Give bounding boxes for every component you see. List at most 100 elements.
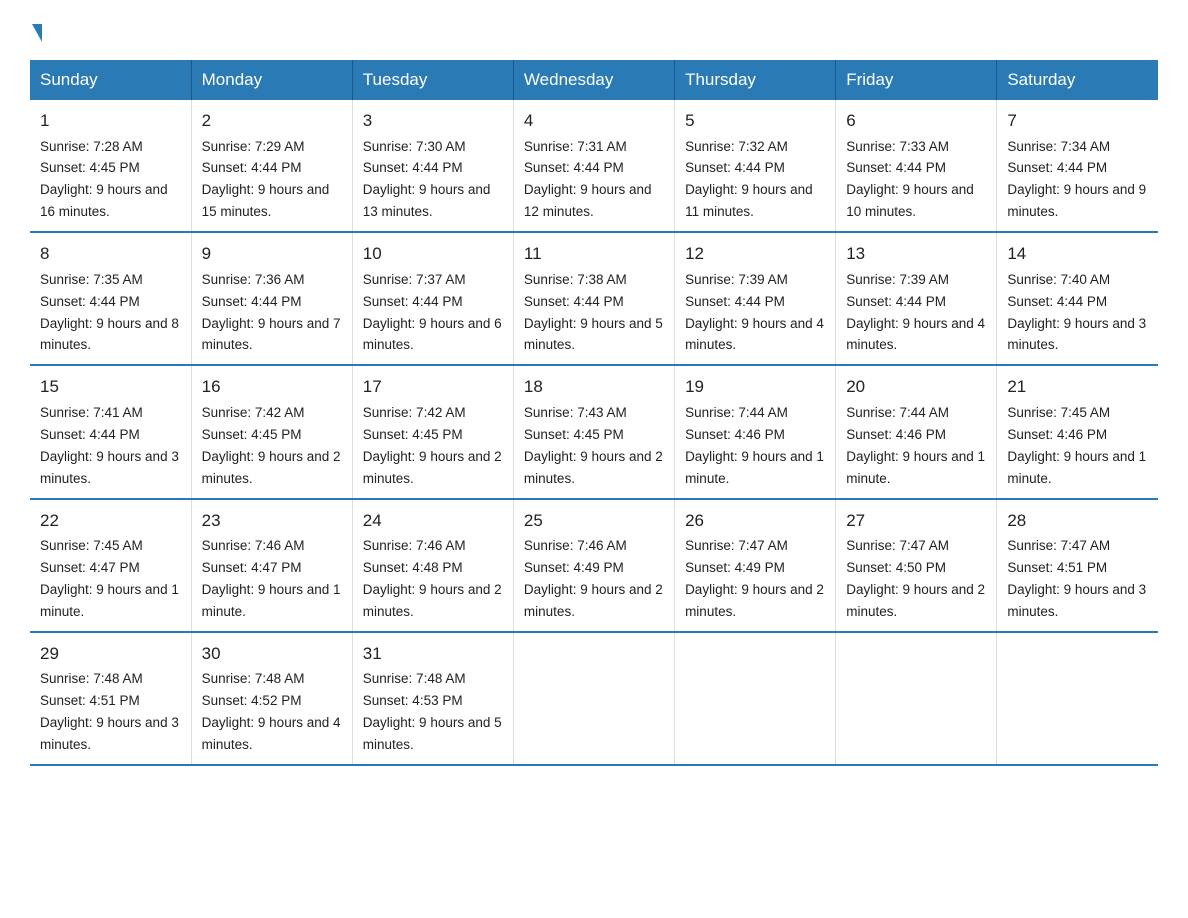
day-info: Sunrise: 7:48 AMSunset: 4:51 PMDaylight:… xyxy=(40,671,179,752)
day-info: Sunrise: 7:45 AMSunset: 4:46 PMDaylight:… xyxy=(1007,405,1146,486)
day-number: 1 xyxy=(40,108,181,134)
day-info: Sunrise: 7:31 AMSunset: 4:44 PMDaylight:… xyxy=(524,139,652,220)
day-info: Sunrise: 7:40 AMSunset: 4:44 PMDaylight:… xyxy=(1007,272,1146,353)
day-number: 25 xyxy=(524,508,664,534)
day-number: 15 xyxy=(40,374,181,400)
calendar-cell: 6 Sunrise: 7:33 AMSunset: 4:44 PMDaylight… xyxy=(836,100,997,232)
calendar-table: SundayMondayTuesdayWednesdayThursdayFrid… xyxy=(30,60,1158,766)
day-info: Sunrise: 7:38 AMSunset: 4:44 PMDaylight:… xyxy=(524,272,663,353)
calendar-week-row: 22Sunrise: 7:45 AMSunset: 4:47 PMDayligh… xyxy=(30,499,1158,632)
calendar-cell: 11 Sunrise: 7:38 AMSunset: 4:44 PMDayligh… xyxy=(513,232,674,365)
calendar-cell: 13 Sunrise: 7:39 AMSunset: 4:44 PMDayligh… xyxy=(836,232,997,365)
day-info: Sunrise: 7:39 AMSunset: 4:44 PMDaylight:… xyxy=(846,272,985,353)
day-info: Sunrise: 7:44 AMSunset: 4:46 PMDaylight:… xyxy=(685,405,824,486)
calendar-cell xyxy=(997,632,1158,765)
day-number: 26 xyxy=(685,508,825,534)
day-info: Sunrise: 7:28 AMSunset: 4:45 PMDaylight:… xyxy=(40,139,168,220)
calendar-week-row: 8 Sunrise: 7:35 AMSunset: 4:44 PMDaylight… xyxy=(30,232,1158,365)
day-number: 21 xyxy=(1007,374,1148,400)
day-number: 16 xyxy=(202,374,342,400)
calendar-cell: 4 Sunrise: 7:31 AMSunset: 4:44 PMDaylight… xyxy=(513,100,674,232)
day-info: Sunrise: 7:46 AMSunset: 4:48 PMDaylight:… xyxy=(363,538,502,619)
calendar-week-row: 1 Sunrise: 7:28 AMSunset: 4:45 PMDaylight… xyxy=(30,100,1158,232)
logo xyxy=(30,20,42,42)
day-info: Sunrise: 7:29 AMSunset: 4:44 PMDaylight:… xyxy=(202,139,330,220)
day-number: 3 xyxy=(363,108,503,134)
day-info: Sunrise: 7:42 AMSunset: 4:45 PMDaylight:… xyxy=(363,405,502,486)
day-number: 18 xyxy=(524,374,664,400)
day-info: Sunrise: 7:47 AMSunset: 4:49 PMDaylight:… xyxy=(685,538,824,619)
calendar-cell: 28Sunrise: 7:47 AMSunset: 4:51 PMDayligh… xyxy=(997,499,1158,632)
day-info: Sunrise: 7:36 AMSunset: 4:44 PMDaylight:… xyxy=(202,272,341,353)
calendar-cell: 12 Sunrise: 7:39 AMSunset: 4:44 PMDayligh… xyxy=(675,232,836,365)
calendar-cell: 15Sunrise: 7:41 AMSunset: 4:44 PMDayligh… xyxy=(30,365,191,498)
header-friday: Friday xyxy=(836,60,997,100)
header-tuesday: Tuesday xyxy=(352,60,513,100)
calendar-cell: 29Sunrise: 7:48 AMSunset: 4:51 PMDayligh… xyxy=(30,632,191,765)
header-sunday: Sunday xyxy=(30,60,191,100)
day-number: 14 xyxy=(1007,241,1148,267)
day-info: Sunrise: 7:37 AMSunset: 4:44 PMDaylight:… xyxy=(363,272,502,353)
calendar-cell: 19 Sunrise: 7:44 AMSunset: 4:46 PMDayligh… xyxy=(675,365,836,498)
day-info: Sunrise: 7:45 AMSunset: 4:47 PMDaylight:… xyxy=(40,538,179,619)
day-number: 8 xyxy=(40,241,181,267)
day-info: Sunrise: 7:30 AMSunset: 4:44 PMDaylight:… xyxy=(363,139,491,220)
page-header xyxy=(30,20,1158,42)
day-number: 11 xyxy=(524,241,664,267)
calendar-cell xyxy=(675,632,836,765)
day-info: Sunrise: 7:48 AMSunset: 4:53 PMDaylight:… xyxy=(363,671,502,752)
day-info: Sunrise: 7:34 AMSunset: 4:44 PMDaylight:… xyxy=(1007,139,1146,220)
calendar-cell: 27 Sunrise: 7:47 AMSunset: 4:50 PMDayligh… xyxy=(836,499,997,632)
day-number: 27 xyxy=(846,508,986,534)
day-info: Sunrise: 7:44 AMSunset: 4:46 PMDaylight:… xyxy=(846,405,985,486)
header-thursday: Thursday xyxy=(675,60,836,100)
day-number: 7 xyxy=(1007,108,1148,134)
day-info: Sunrise: 7:33 AMSunset: 4:44 PMDaylight:… xyxy=(846,139,974,220)
day-info: Sunrise: 7:43 AMSunset: 4:45 PMDaylight:… xyxy=(524,405,663,486)
header-saturday: Saturday xyxy=(997,60,1158,100)
calendar-cell xyxy=(513,632,674,765)
day-info: Sunrise: 7:47 AMSunset: 4:51 PMDaylight:… xyxy=(1007,538,1146,619)
header-monday: Monday xyxy=(191,60,352,100)
calendar-header-row: SundayMondayTuesdayWednesdayThursdayFrid… xyxy=(30,60,1158,100)
day-number: 24 xyxy=(363,508,503,534)
header-wednesday: Wednesday xyxy=(513,60,674,100)
day-number: 10 xyxy=(363,241,503,267)
day-info: Sunrise: 7:42 AMSunset: 4:45 PMDaylight:… xyxy=(202,405,341,486)
day-number: 31 xyxy=(363,641,503,667)
calendar-cell: 2 Sunrise: 7:29 AMSunset: 4:44 PMDaylight… xyxy=(191,100,352,232)
calendar-cell: 24 Sunrise: 7:46 AMSunset: 4:48 PMDayligh… xyxy=(352,499,513,632)
calendar-cell: 3 Sunrise: 7:30 AMSunset: 4:44 PMDaylight… xyxy=(352,100,513,232)
day-info: Sunrise: 7:47 AMSunset: 4:50 PMDaylight:… xyxy=(846,538,985,619)
day-number: 4 xyxy=(524,108,664,134)
calendar-week-row: 15Sunrise: 7:41 AMSunset: 4:44 PMDayligh… xyxy=(30,365,1158,498)
logo-arrow-icon xyxy=(32,24,42,42)
day-number: 30 xyxy=(202,641,342,667)
calendar-cell: 1 Sunrise: 7:28 AMSunset: 4:45 PMDaylight… xyxy=(30,100,191,232)
calendar-cell: 10 Sunrise: 7:37 AMSunset: 4:44 PMDayligh… xyxy=(352,232,513,365)
calendar-cell: 17 Sunrise: 7:42 AMSunset: 4:45 PMDayligh… xyxy=(352,365,513,498)
day-info: Sunrise: 7:46 AMSunset: 4:49 PMDaylight:… xyxy=(524,538,663,619)
calendar-cell: 16 Sunrise: 7:42 AMSunset: 4:45 PMDayligh… xyxy=(191,365,352,498)
day-number: 20 xyxy=(846,374,986,400)
day-number: 17 xyxy=(363,374,503,400)
day-number: 9 xyxy=(202,241,342,267)
calendar-cell: 5 Sunrise: 7:32 AMSunset: 4:44 PMDaylight… xyxy=(675,100,836,232)
calendar-cell: 26 Sunrise: 7:47 AMSunset: 4:49 PMDayligh… xyxy=(675,499,836,632)
day-number: 2 xyxy=(202,108,342,134)
calendar-cell: 20 Sunrise: 7:44 AMSunset: 4:46 PMDayligh… xyxy=(836,365,997,498)
day-number: 19 xyxy=(685,374,825,400)
calendar-cell: 23Sunrise: 7:46 AMSunset: 4:47 PMDayligh… xyxy=(191,499,352,632)
day-number: 5 xyxy=(685,108,825,134)
calendar-cell: 25 Sunrise: 7:46 AMSunset: 4:49 PMDayligh… xyxy=(513,499,674,632)
day-number: 13 xyxy=(846,241,986,267)
calendar-cell: 7 Sunrise: 7:34 AMSunset: 4:44 PMDaylight… xyxy=(997,100,1158,232)
day-number: 12 xyxy=(685,241,825,267)
day-info: Sunrise: 7:39 AMSunset: 4:44 PMDaylight:… xyxy=(685,272,824,353)
calendar-cell: 18 Sunrise: 7:43 AMSunset: 4:45 PMDayligh… xyxy=(513,365,674,498)
calendar-cell: 31 Sunrise: 7:48 AMSunset: 4:53 PMDayligh… xyxy=(352,632,513,765)
day-info: Sunrise: 7:32 AMSunset: 4:44 PMDaylight:… xyxy=(685,139,813,220)
day-info: Sunrise: 7:48 AMSunset: 4:52 PMDaylight:… xyxy=(202,671,341,752)
day-number: 6 xyxy=(846,108,986,134)
day-info: Sunrise: 7:35 AMSunset: 4:44 PMDaylight:… xyxy=(40,272,179,353)
